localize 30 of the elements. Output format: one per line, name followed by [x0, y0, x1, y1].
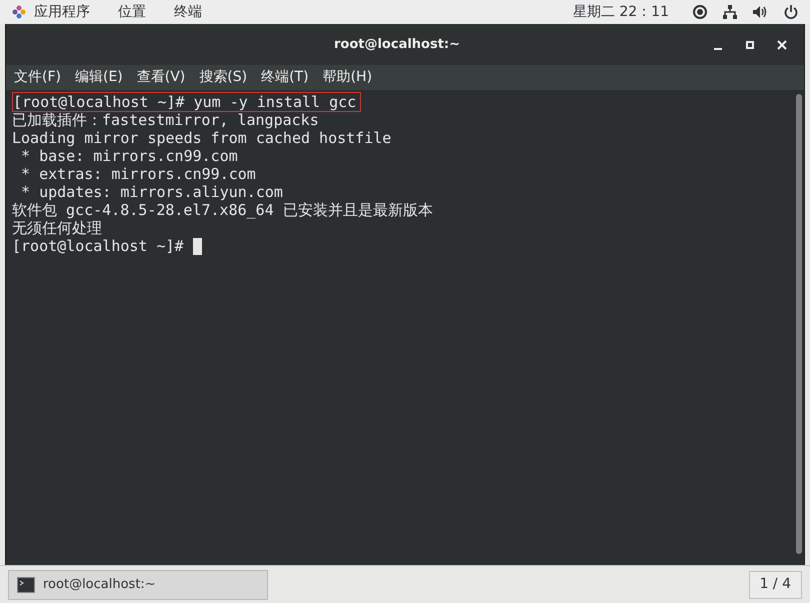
menu-item[interactable]: 查看(V)	[136, 67, 186, 88]
terminal-line: * base: mirrors.cn99.com	[20, 147, 238, 165]
maximize-button[interactable]	[746, 40, 754, 48]
terminal-line: 软件包 gcc-4.8.5-28.el7.x86_64 已安装并且是最新版本	[12, 201, 433, 219]
record-icon[interactable]	[693, 5, 707, 19]
menu-item[interactable]: 终端(T)	[261, 67, 309, 88]
clock[interactable]: 星期二 22：11	[572, 2, 669, 22]
network-icon[interactable]	[723, 5, 737, 19]
window-title: root@localhost:~	[334, 36, 460, 54]
workspace-pager[interactable]: 1 / 4	[748, 570, 802, 598]
taskbar-window-button[interactable]: root@localhost:~	[8, 570, 268, 600]
terminal-line: [root@localhost ~]#	[12, 237, 185, 255]
menu-item[interactable]: 搜索(S)	[199, 67, 248, 88]
top-menu-item[interactable]: 位置	[118, 2, 146, 22]
menu-item[interactable]: 文件(F)	[14, 67, 61, 88]
app-menu-icon	[12, 5, 26, 19]
close-button[interactable]	[776, 38, 788, 50]
terminal-area[interactable]	[6, 90, 804, 565]
menu-item[interactable]: 编辑(E)	[74, 67, 123, 88]
terminal-line: Loading mirror speeds from cached hostfile	[12, 129, 392, 147]
terminal-line: * updates: mirrors.aliyun.com	[20, 183, 283, 201]
terminal-line: * extras: mirrors.cn99.com	[20, 165, 256, 183]
terminal-icon	[17, 576, 35, 592]
terminal-line: 已加载插件：fastestmirror, langpacks	[12, 111, 319, 129]
top-menu-item[interactable]: 终端	[174, 2, 202, 22]
menu-item[interactable]: 帮助(H)	[322, 67, 372, 88]
volume-icon[interactable]	[753, 5, 768, 19]
power-icon[interactable]	[784, 5, 798, 19]
top-menu-item[interactable]: 应用程序	[34, 2, 90, 22]
terminal-line: 无须任何处理	[12, 219, 102, 237]
